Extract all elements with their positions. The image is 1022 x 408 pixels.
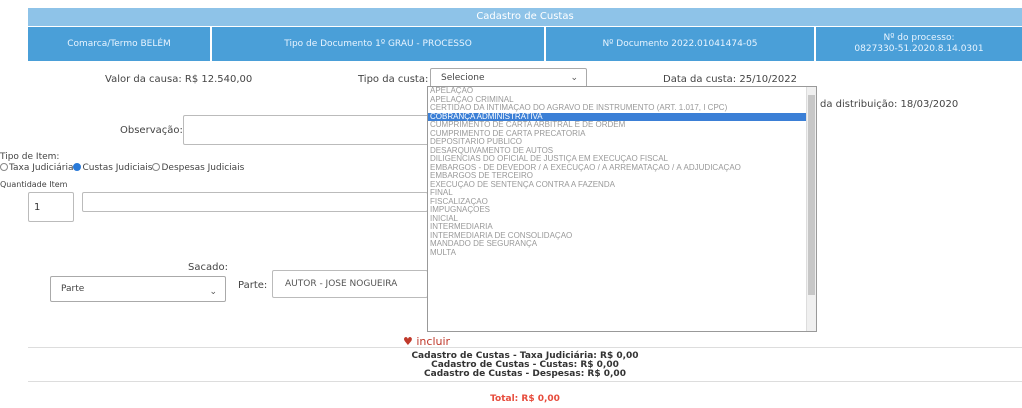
dropdown-option[interactable]: COBRANÇA ADMINISTRATIVA: [428, 112, 816, 121]
parte-field[interactable]: AUTOR - JOSE NOGUEIRA: [272, 270, 428, 298]
chevron-down-icon: ⌄: [570, 73, 578, 83]
numero-documento-cell: Nº Documento 2022.01041474-05: [546, 27, 814, 61]
processo-label: Nº do processo:: [883, 33, 955, 43]
parte-label: Parte:: [238, 280, 268, 291]
page-title: Cadastro de Custas: [28, 8, 1022, 26]
dropdown-option[interactable]: INICIAL: [428, 215, 816, 224]
radio-label: Despesas Judiciais: [161, 163, 245, 173]
radio-custas-judiciais[interactable]: Custas Judiciais: [73, 163, 152, 173]
parte-value: AUTOR - JOSE NOGUEIRA: [285, 279, 398, 289]
dropdown-option[interactable]: DILIGÊNCIAS DO OFICIAL DE JUSTIÇA EM EXE…: [428, 155, 816, 164]
dropdown-option[interactable]: FISCALIZAÇÃO: [428, 198, 816, 207]
dropdown-option[interactable]: CUMPRIMENTO DE CARTA ARBITRAL E DE ORDEM: [428, 121, 816, 130]
quantidade-label: Quantidade Item: [0, 180, 68, 189]
tipo-documento-cell: Tipo de Documento 1º GRAU - PROCESSO: [212, 27, 544, 61]
divider: [28, 347, 1022, 348]
dropdown-option[interactable]: INTERMEDIÁRIA DE CONSOLIDAÇÃO: [428, 232, 816, 241]
tipo-custa-dropdown-list[interactable]: APELAÇÃO APELAÇÃO CRIMINAL CERTIDÃO DA INT…: [427, 86, 817, 332]
dropdown-option[interactable]: MANDADO DE SEGURANÇA: [428, 240, 816, 249]
divider: [28, 381, 1022, 382]
descricao-field[interactable]: [82, 192, 428, 212]
radio-icon: [152, 163, 161, 171]
comarca-cell: Comarca/Termo BELÉM: [28, 27, 210, 61]
dropdown-option[interactable]: INTERMEDIÁRIA: [428, 223, 816, 232]
quantidade-value: 1: [34, 202, 41, 213]
tipo-item-radio-group: Taxa Judiciária Custas Judiciais Despesas …: [0, 163, 244, 173]
dropdown-option[interactable]: IMPUGNAÇÕES: [428, 206, 816, 215]
dropdown-option[interactable]: CERTIDÃO DA INTIMAÇÃO DO AGRAVO DE INSTR…: [428, 104, 816, 113]
scrollbar-thumb[interactable]: [808, 95, 815, 295]
radio-taxa-judiciaria[interactable]: Taxa Judiciária: [0, 163, 73, 173]
chevron-down-icon: ⌄: [209, 287, 217, 297]
dropdown-option[interactable]: APELAÇÃO CRIMINAL: [428, 96, 816, 105]
radio-checked-icon: [73, 163, 82, 171]
tipo-custa-select[interactable]: Selecione ⌄: [430, 68, 587, 88]
dropdown-option[interactable]: MULTA: [428, 249, 816, 258]
radio-label: Taxa Judiciária: [9, 163, 74, 173]
dropdown-option[interactable]: FINAL: [428, 189, 816, 198]
data-distribuicao: da distribuição: 18/03/2020: [820, 99, 959, 110]
sacado-value: Parte: [61, 284, 85, 294]
dropdown-scrollbar[interactable]: [806, 87, 816, 331]
radio-despesas-judiciais[interactable]: Despesas Judiciais: [152, 163, 244, 173]
tipo-custa-label: Tipo da custa:: [358, 74, 429, 85]
total-despesas: Cadastro de Custas - Despesas: R$ 0,00: [424, 369, 626, 379]
dropdown-option[interactable]: DESARQUIVAMENTO DE AUTOS: [428, 147, 816, 156]
valor-causa: Valor da causa: R$ 12.540,00: [105, 74, 253, 85]
dropdown-options: APELAÇÃO APELAÇÃO CRIMINAL CERTIDÃO DA INT…: [428, 87, 816, 257]
dropdown-option[interactable]: DEPOSITÁRIO PÚBLICO: [428, 138, 816, 147]
dropdown-option[interactable]: EMBARGOS DE TERCEIRO: [428, 172, 816, 181]
dropdown-option[interactable]: EMBARGOS - DE DEVEDOR / À EXECUÇÃO / À A…: [428, 164, 816, 173]
observacao-label: Observação:: [120, 125, 183, 136]
radio-label: Custas Judiciais: [82, 163, 153, 173]
numero-processo-cell: Nº do processo: 0827330-51.2020.8.14.030…: [816, 27, 1022, 61]
dropdown-option[interactable]: APELAÇÃO: [428, 87, 816, 96]
tipo-custa-value: Selecione: [441, 73, 485, 83]
total-geral: Total: R$ 0,00: [490, 394, 560, 404]
processo-numero: 0827330-51.2020.8.14.0301: [854, 44, 984, 54]
radio-icon: [0, 163, 8, 171]
sacado-label: Sacado:: [188, 262, 228, 273]
sacado-select[interactable]: Parte ⌄: [50, 276, 226, 302]
data-custa: Data da custa: 25/10/2022: [663, 74, 797, 85]
dropdown-option[interactable]: EXECUÇÃO DE SENTENÇA CONTRA A FAZENDA: [428, 181, 816, 190]
process-info-bar: Comarca/Termo BELÉM Tipo de Documento 1º…: [28, 27, 1022, 61]
observacao-field[interactable]: [183, 115, 429, 145]
quantidade-input[interactable]: 1: [28, 192, 74, 222]
tipo-item-label: Tipo de Item:: [0, 152, 60, 162]
dropdown-option[interactable]: CUMPRIMENTO DE CARTA PRECATÓRIA: [428, 130, 816, 139]
